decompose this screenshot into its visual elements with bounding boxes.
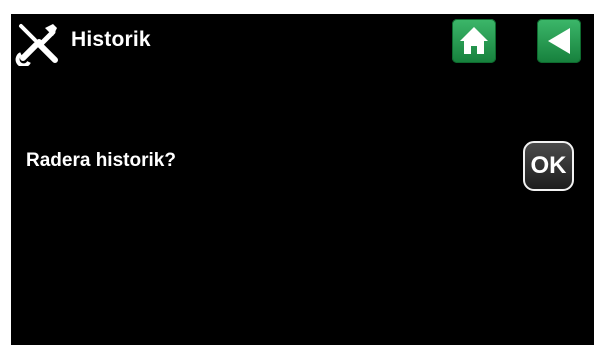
tools-icon [15, 20, 61, 68]
page-title: Historik [71, 28, 151, 51]
back-button[interactable] [537, 19, 581, 63]
screen-bezel-top-right [383, 0, 594, 14]
screen-bezel-top [0, 0, 383, 14]
display-screen: Historik Radera historik? OK [11, 14, 594, 345]
home-icon [460, 27, 488, 54]
confirm-question: Radera historik? [26, 150, 176, 171]
screen-bezel-left [0, 0, 11, 345]
home-button[interactable] [452, 19, 496, 63]
ok-button[interactable]: OK [523, 141, 574, 191]
header-bar: Historik [11, 14, 594, 70]
back-arrow-icon [548, 28, 570, 54]
